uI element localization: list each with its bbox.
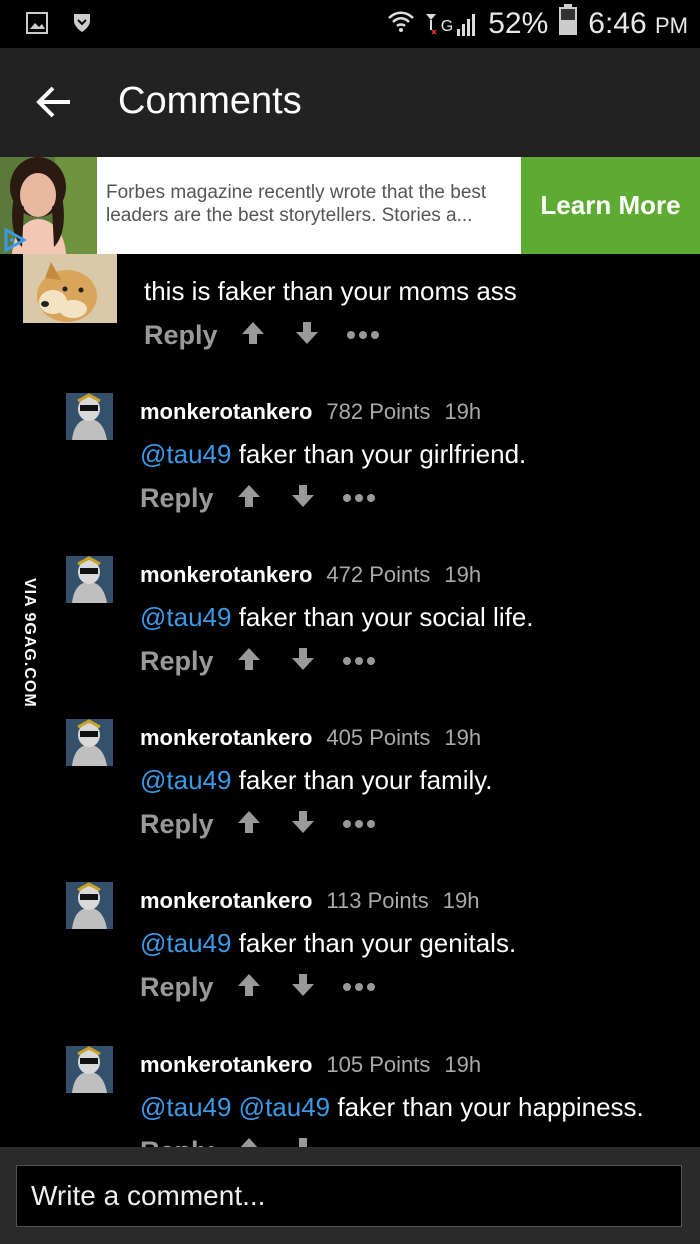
avatar[interactable] bbox=[23, 254, 117, 323]
upvote-icon[interactable] bbox=[236, 972, 262, 1003]
wifi-icon bbox=[387, 7, 414, 41]
downvote-icon[interactable] bbox=[290, 1136, 316, 1147]
signal-icon: G bbox=[424, 12, 478, 36]
comment-actions: Reply bbox=[140, 483, 376, 514]
more-options-icon[interactable] bbox=[342, 979, 376, 997]
avatar[interactable] bbox=[66, 882, 113, 929]
mention-link[interactable]: @tau49 bbox=[140, 765, 231, 795]
reply-button[interactable]: Reply bbox=[140, 1136, 214, 1147]
downvote-icon[interactable] bbox=[290, 646, 316, 677]
upvote-icon[interactable] bbox=[236, 1136, 262, 1147]
username[interactable]: monkerotankero bbox=[140, 725, 312, 750]
avatar[interactable] bbox=[66, 393, 113, 440]
learn-more-button[interactable]: Learn More bbox=[521, 157, 700, 254]
mention-link[interactable]: @tau49 @tau49 bbox=[140, 1092, 330, 1122]
reply-comment-item: monkerotankero 405 Points 19h @tau49 faker… bbox=[0, 719, 700, 849]
reply-comment-item: monkerotankero 472 Points 19h @tau49 faker… bbox=[0, 556, 700, 686]
mention-link[interactable]: @tau49 bbox=[140, 439, 231, 469]
mention-link[interactable]: @tau49 bbox=[140, 928, 231, 958]
downvote-icon[interactable] bbox=[294, 320, 320, 351]
comment-meta: monkerotankero 105 Points 19h bbox=[140, 1052, 481, 1078]
upvote-icon[interactable] bbox=[236, 483, 262, 514]
comment-meta: monkerotankero 472 Points 19h bbox=[140, 562, 481, 588]
comment-text: @tau49 faker than your girlfriend. bbox=[140, 439, 527, 469]
comment-input[interactable] bbox=[16, 1165, 682, 1227]
avatar[interactable] bbox=[66, 719, 113, 766]
upvote-icon[interactable] bbox=[240, 320, 266, 351]
comment-actions: Reply bbox=[140, 1136, 316, 1147]
comment-item: this is faker than your moms ass Reply bbox=[0, 254, 700, 364]
points: 105 Points bbox=[326, 1052, 431, 1077]
upvote-icon[interactable] bbox=[236, 646, 262, 677]
comment-text: @tau49 faker than your social life. bbox=[140, 602, 534, 632]
timestamp: 19h bbox=[444, 1052, 482, 1077]
network-type: G bbox=[440, 18, 454, 35]
reply-button[interactable]: Reply bbox=[140, 646, 214, 677]
comment-text: @tau49 @tau49 faker than your happiness. bbox=[140, 1092, 644, 1122]
gallery-notification-icon bbox=[26, 12, 48, 39]
more-options-icon[interactable] bbox=[342, 653, 376, 671]
reply-button[interactable]: Reply bbox=[140, 809, 214, 840]
battery-icon bbox=[558, 4, 578, 44]
mention-link[interactable]: @tau49 bbox=[140, 602, 231, 632]
timestamp: 19h bbox=[444, 399, 482, 424]
more-options-icon[interactable] bbox=[346, 327, 380, 345]
points: 113 Points bbox=[326, 888, 429, 913]
reply-button[interactable]: Reply bbox=[140, 972, 214, 1003]
timestamp: 19h bbox=[444, 725, 482, 750]
comment-actions: Reply bbox=[140, 809, 376, 840]
status-bar: G 52% 6:46 PM bbox=[0, 0, 700, 48]
ad-banner[interactable]: Forbes magazine recently wrote that the … bbox=[0, 157, 700, 254]
timestamp: 19h bbox=[444, 562, 482, 587]
reply-button[interactable]: Reply bbox=[144, 320, 218, 351]
comment-meta: monkerotankero 113 Points 19h bbox=[140, 888, 479, 914]
comment-meta: monkerotankero 405 Points 19h bbox=[140, 725, 481, 751]
username[interactable]: monkerotankero bbox=[140, 1052, 312, 1077]
downvote-icon[interactable] bbox=[290, 972, 316, 1003]
avatar[interactable] bbox=[66, 1046, 113, 1093]
comment-actions: Reply bbox=[140, 972, 376, 1003]
username[interactable]: monkerotankero bbox=[140, 888, 312, 913]
reply-button[interactable]: Reply bbox=[140, 483, 214, 514]
page-title: Comments bbox=[118, 80, 302, 122]
downvote-icon[interactable] bbox=[290, 483, 316, 514]
comment-text: @tau49 faker than your family. bbox=[140, 765, 493, 795]
comment-text: @tau49 faker than your genitals. bbox=[140, 928, 517, 958]
timestamp: 19h bbox=[442, 888, 480, 913]
comment-actions: Reply bbox=[140, 646, 376, 677]
ad-text[interactable]: Forbes magazine recently wrote that the … bbox=[106, 181, 511, 227]
reply-comment-item: monkerotankero 782 Points 19h @tau49 faker… bbox=[0, 393, 700, 523]
comment-meta: monkerotankero 782 Points 19h bbox=[140, 399, 481, 425]
points: 782 Points bbox=[326, 399, 431, 424]
comment-actions: Reply bbox=[144, 320, 380, 351]
username[interactable]: monkerotankero bbox=[140, 562, 312, 587]
avatar[interactable] bbox=[66, 556, 113, 603]
more-options-icon[interactable] bbox=[342, 816, 376, 834]
app-bar: Comments bbox=[0, 48, 700, 157]
shield-notification-icon bbox=[72, 12, 92, 39]
upvote-icon[interactable] bbox=[236, 809, 262, 840]
back-arrow-icon[interactable] bbox=[36, 86, 72, 123]
comment-text: this is faker than your moms ass bbox=[144, 276, 517, 306]
points: 405 Points bbox=[326, 725, 431, 750]
points: 472 Points bbox=[326, 562, 431, 587]
comment-composer bbox=[0, 1147, 700, 1244]
battery-percent: 52% bbox=[488, 7, 549, 40]
downvote-icon[interactable] bbox=[290, 809, 316, 840]
reply-comment-item: monkerotankero 105 Points 19h @tau49 @tau4… bbox=[0, 1046, 700, 1147]
username[interactable]: monkerotankero bbox=[140, 399, 312, 424]
more-options-icon[interactable] bbox=[342, 490, 376, 508]
reply-comment-item: monkerotankero 113 Points 19h @tau49 faker… bbox=[0, 882, 700, 1012]
clock: 6:46 PM bbox=[588, 7, 688, 40]
